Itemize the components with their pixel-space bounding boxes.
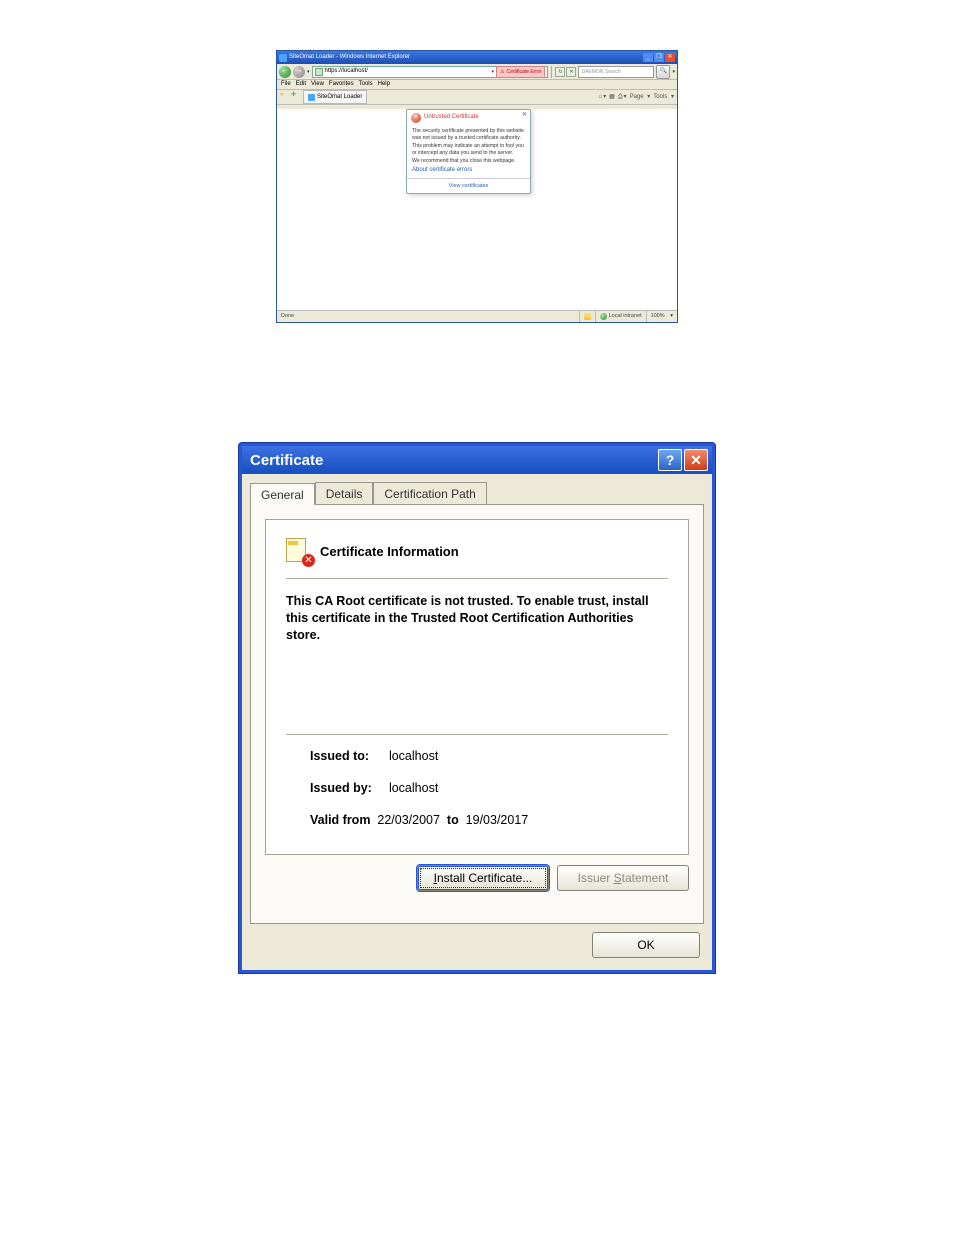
issued-by-value: localhost <box>389 781 438 795</box>
dialog-title: Certificate <box>250 452 323 469</box>
close-button[interactable]: ✕ <box>684 449 708 471</box>
menu-edit[interactable]: Edit <box>296 81 306 88</box>
internet-zone-icon <box>600 313 607 320</box>
command-bar: ⌂▾ ▦ ⎙▾ Page ▾ Tools ▾ <box>598 94 677 101</box>
titlebar: SiteOmat Loader - Windows Internet Explo… <box>277 51 677 64</box>
valid-to-label: to <box>447 813 459 827</box>
tab-siteomat-loader[interactable]: SiteOmat Loader <box>303 90 367 104</box>
tab-label: SiteOmat Loader <box>317 94 362 101</box>
callout-title: Untrusted Certificate <box>424 114 479 121</box>
tabs: General Details Certification Path <box>250 482 704 504</box>
ie-window: SiteOmat Loader - Windows Internet Explo… <box>276 50 678 323</box>
help-button[interactable]: ? <box>658 449 682 471</box>
valid-row: Valid from 22/03/2007 to 19/03/2017 <box>310 813 668 827</box>
certificate-dialog: Certificate ? ✕ General Details Certific… <box>239 443 715 973</box>
certificate-error-icon: ✕ <box>286 538 312 564</box>
divider <box>286 578 668 579</box>
feeds-button[interactable]: ▦ <box>609 94 615 101</box>
cert-info-box: ✕ Certificate Information This CA Root c… <box>265 519 689 855</box>
cert-error-label: Certificate Error <box>506 69 541 75</box>
tools-menu[interactable]: Tools ▾ <box>653 94 674 101</box>
zoom-dd: ▾ <box>670 313 673 320</box>
url-dd[interactable]: ▾ <box>491 69 494 75</box>
tab-details[interactable]: Details <box>315 482 374 504</box>
forward-button[interactable]: → <box>293 66 305 78</box>
ie-icon <box>279 54 287 62</box>
search-dd[interactable]: ▾ <box>672 69 675 75</box>
ok-button[interactable]: OK <box>592 932 700 958</box>
tab-panel-general: ✕ Certificate Information This CA Root c… <box>250 504 704 924</box>
back-button[interactable]: ← <box>279 66 291 78</box>
nav-bar: ← → ▾ https://localhost/ ▾ ⚠ Certificate… <box>277 64 677 80</box>
valid-to-value: 19/03/2017 <box>466 813 529 827</box>
zoom-value: 100% <box>651 313 665 320</box>
cert-error-callout: ✕ ✕ Untrusted Certificate The security c… <box>406 109 531 194</box>
search-button[interactable]: 🔍 <box>656 65 670 79</box>
issued-by-label: Issued by: <box>310 781 382 795</box>
menu-help[interactable]: Help <box>378 81 390 88</box>
stop-button[interactable]: ✕ <box>566 67 576 77</box>
status-bar: Done Local intranet 100% ▾ <box>277 310 677 322</box>
tab-general[interactable]: General <box>250 483 315 505</box>
menu-tools[interactable]: Tools <box>359 81 373 88</box>
url-text: https://localhost/ <box>325 68 490 75</box>
menu-favorites[interactable]: Favorites <box>329 81 354 88</box>
issued-to-row: Issued to: localhost <box>310 749 668 763</box>
cert-info-header: Certificate Information <box>320 544 459 559</box>
page-content: ✕ ✕ Untrusted Certificate The security c… <box>277 109 677 311</box>
print-button[interactable]: ⎙▾ <box>618 94 627 101</box>
dialog-titlebar: Certificate ? ✕ <box>242 446 712 474</box>
ie-icon <box>308 94 315 101</box>
view-certificates-button[interactable]: View certificates <box>407 178 530 194</box>
certificate-error-badge[interactable]: ⚠ Certificate Error <box>496 66 546 78</box>
install-label-rest: nstall Certificate... <box>437 871 532 885</box>
add-favorites-button[interactable]: ✚ <box>291 92 301 102</box>
page-menu[interactable]: Page ▾ <box>630 94 651 101</box>
window-title: SiteOmat Loader - Windows Internet Explo… <box>289 54 410 61</box>
zone-cell: Local intranet <box>595 311 646 322</box>
lock-icon <box>315 68 323 76</box>
shield-error-icon: ✕ <box>411 113 421 123</box>
install-certificate-button[interactable]: Install Certificate... <box>417 865 549 891</box>
home-button[interactable]: ⌂▾ <box>598 94 606 101</box>
address-bar[interactable]: https://localhost/ ▾ ⚠ Certificate Error <box>312 66 549 78</box>
issued-to-value: localhost <box>389 749 438 763</box>
callout-close-button[interactable]: ✕ <box>522 112 527 119</box>
callout-p1: The security certificate presented by th… <box>412 128 525 141</box>
about-cert-errors-link[interactable]: About certificate errors <box>412 167 525 174</box>
valid-from-label: Valid from <box>310 813 370 827</box>
zone-label: Local intranet <box>609 313 642 320</box>
tab-bar: ★ ✚ SiteOmat Loader ⌂▾ ▦ ⎙▾ Page ▾ Tools… <box>277 90 677 105</box>
favorites-center-button[interactable]: ★ <box>279 92 289 102</box>
issued-to-label: Issued to: <box>310 749 382 763</box>
menu-file[interactable]: File <box>281 81 291 88</box>
issuer-statement-button: Issuer Statement <box>557 865 689 891</box>
nav-history-dd[interactable]: ▾ <box>307 69 310 75</box>
callout-p3: We recommend that you close this webpage… <box>412 158 525 165</box>
search-input[interactable]: DAEMON Search <box>578 66 654 78</box>
status-text: Done <box>277 313 298 320</box>
shield-icon: ⚠ <box>500 69 504 75</box>
zoom-cell[interactable]: 100% ▾ <box>646 311 677 322</box>
refresh-button[interactable]: ↻ <box>555 67 565 77</box>
maximize-button[interactable]: ❐ <box>654 53 664 62</box>
close-button[interactable]: ✕ <box>665 53 675 62</box>
window-buttons: _ ❐ ✕ <box>643 53 675 62</box>
issued-by-row: Issued by: localhost <box>310 781 668 795</box>
minimize-button[interactable]: _ <box>643 53 653 62</box>
shield-icon <box>584 313 591 320</box>
protected-mode-cell <box>579 311 595 322</box>
valid-from-value: 22/03/2007 <box>377 813 440 827</box>
callout-p2: This problem may indicate an attempt to … <box>412 143 525 156</box>
menu-view[interactable]: View <box>311 81 324 88</box>
menu-bar: File Edit View Favorites Tools Help <box>277 80 677 90</box>
tab-certification-path[interactable]: Certification Path <box>373 482 486 504</box>
cert-warning-message: This CA Root certificate is not trusted.… <box>286 593 668 644</box>
divider <box>286 734 668 735</box>
